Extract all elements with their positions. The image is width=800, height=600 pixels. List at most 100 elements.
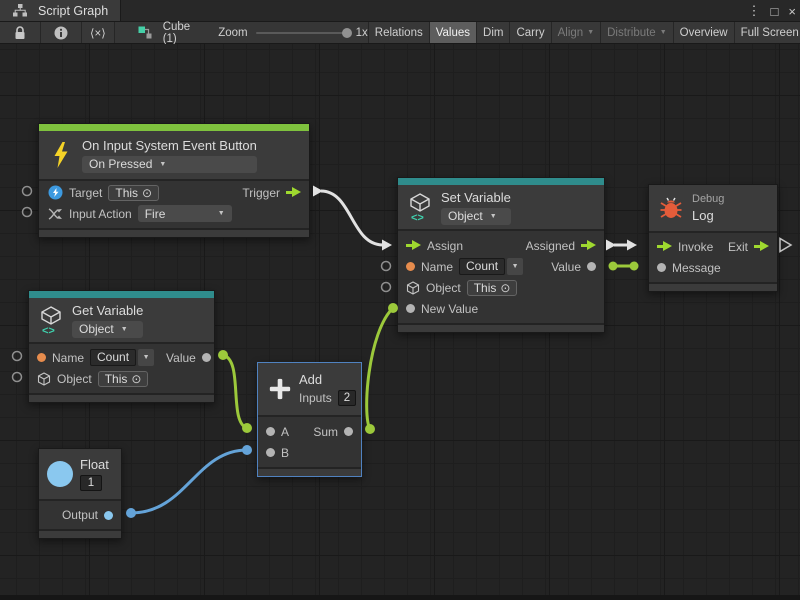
b-input-port[interactable]	[266, 448, 275, 457]
variable-accent-bar	[29, 291, 214, 298]
chevron-down-icon: ▼	[512, 263, 519, 270]
variable-accent-bar	[398, 178, 604, 185]
dim-button[interactable]: Dim	[476, 22, 509, 43]
node-get-variable[interactable]: <> Get Variable Object ▼ Name Count ▼ Va…	[28, 290, 215, 403]
variable-kind-dropdown[interactable]: Object ▼	[72, 321, 143, 338]
kebab-menu-icon[interactable]: ⋮	[748, 3, 761, 19]
node-title: Add	[299, 372, 356, 387]
name-row: Name Count ▼ Value	[29, 347, 214, 368]
lock-button[interactable]	[0, 22, 41, 43]
node-footer	[29, 393, 214, 402]
node-footer	[258, 467, 361, 476]
relations-button[interactable]: Relations	[368, 22, 429, 43]
new-value-input-port[interactable]	[406, 304, 415, 313]
variable-kind-dropdown[interactable]: Object ▼	[441, 208, 511, 225]
node-footer	[39, 529, 121, 538]
zoom-slider-handle[interactable]	[342, 28, 352, 38]
trigger-label: Trigger	[242, 186, 280, 200]
fullscreen-button[interactable]: Full Screen	[734, 22, 800, 43]
node-footer	[398, 323, 604, 332]
node-debug-log[interactable]: Debug Log Invoke Exit Message	[648, 184, 778, 292]
info-icon	[49, 26, 73, 40]
name-input-port[interactable]	[406, 262, 415, 271]
new-value-row: New Value	[398, 298, 604, 319]
node-title: Set Variable	[441, 190, 511, 205]
output-port[interactable]	[104, 511, 113, 520]
code-preview-button[interactable]: ⟨×⟩	[82, 22, 115, 43]
distribute-dropdown-button[interactable]: Distribute▼	[600, 22, 673, 43]
assigned-output-port[interactable]	[581, 240, 596, 251]
invoke-label: Invoke	[678, 240, 713, 254]
svg-text:<>: <>	[42, 325, 55, 335]
message-input-port[interactable]	[657, 263, 666, 272]
node-title: On Input System Event Button	[82, 138, 257, 153]
assign-input-port[interactable]	[406, 240, 421, 251]
input-action-label: Input Action	[69, 207, 132, 221]
zoom-label: Zoom	[218, 27, 247, 39]
inspect-button[interactable]	[41, 22, 82, 43]
plus-icon	[268, 376, 292, 402]
gameobject-event-icon	[47, 185, 63, 200]
node-on-input-system-event-button[interactable]: On Input System Event Button On Pressed …	[38, 123, 310, 238]
object-picker-icon: ⊙	[142, 187, 152, 199]
inputs-count-field[interactable]: 2	[338, 390, 356, 406]
zoom-slider[interactable]	[256, 32, 348, 34]
a-input-port[interactable]	[266, 427, 275, 436]
tab-script-graph[interactable]: Script Graph	[0, 0, 121, 21]
name-row: Name Count ▼ Value	[398, 256, 604, 277]
output-row: Output	[39, 505, 121, 525]
variable-cube-icon: <>	[408, 192, 432, 222]
input-action-icon	[47, 207, 63, 221]
trigger-output-port[interactable]	[286, 187, 301, 198]
event-mode-dropdown[interactable]: On Pressed ▼	[82, 156, 257, 173]
zoom-value: 1x	[356, 27, 368, 39]
values-button[interactable]: Values	[429, 22, 476, 43]
breadcrumb-label: Cube (1)	[163, 21, 191, 45]
input-action-row: Input Action Fire ▼	[39, 203, 309, 224]
object-chip[interactable]: This ⊙	[467, 280, 518, 296]
overview-button[interactable]: Overview	[673, 22, 734, 43]
exit-output-port[interactable]	[754, 241, 769, 252]
graph-icon	[8, 4, 32, 17]
name-label: Name	[52, 351, 84, 365]
inputs-label: Inputs	[299, 391, 332, 405]
maximize-icon[interactable]: □	[771, 4, 779, 19]
assign-label: Assign	[427, 239, 463, 253]
node-category: Debug	[692, 193, 724, 205]
chevron-down-icon: ▼	[159, 161, 166, 168]
align-dropdown-button[interactable]: Align▼	[551, 22, 601, 43]
a-sum-row: A Sum	[258, 421, 361, 442]
name-input-port[interactable]	[37, 353, 46, 362]
cube-icon	[37, 372, 51, 386]
lock-icon	[8, 26, 32, 40]
code-preview-icon: ⟨×⟩	[90, 26, 106, 40]
window-bottom-edge	[0, 595, 800, 600]
close-icon[interactable]: ×	[788, 4, 796, 19]
chevron-down-icon: ▼	[490, 213, 497, 220]
object-picker-icon: ⊙	[500, 282, 510, 294]
object-label: Object	[57, 372, 92, 386]
node-set-variable[interactable]: <> Set Variable Object ▼ Assign Assigned…	[397, 177, 605, 333]
value-output-port[interactable]	[587, 262, 596, 271]
input-action-dropdown[interactable]: Fire ▼	[138, 205, 232, 222]
target-object-chip[interactable]: This ⊙	[108, 185, 159, 201]
svg-text:<>: <>	[411, 212, 424, 222]
target-row: Target This ⊙ Trigger	[39, 182, 309, 203]
object-chip[interactable]: This ⊙	[98, 371, 149, 387]
float-literal-icon	[47, 461, 73, 487]
breadcrumb[interactable]: Cube (1)	[133, 22, 191, 43]
node-add[interactable]: Add Inputs 2 A Sum B	[257, 362, 362, 477]
variable-name-dropdown[interactable]: Count ▼	[90, 349, 154, 366]
graph-asset-icon	[133, 26, 157, 40]
node-title: Get Variable	[72, 303, 143, 318]
float-value-field[interactable]: 1	[80, 475, 102, 491]
sum-output-port[interactable]	[344, 427, 353, 436]
variable-name-dropdown[interactable]: Count ▼	[459, 258, 523, 275]
node-float[interactable]: Float 1 Output	[38, 448, 122, 539]
invoke-input-port[interactable]	[657, 241, 672, 252]
assign-row: Assign Assigned	[398, 235, 604, 256]
value-output-port[interactable]	[202, 353, 211, 362]
carry-button[interactable]: Carry	[509, 22, 550, 43]
node-title: Log	[692, 208, 724, 223]
node-footer	[39, 228, 309, 237]
